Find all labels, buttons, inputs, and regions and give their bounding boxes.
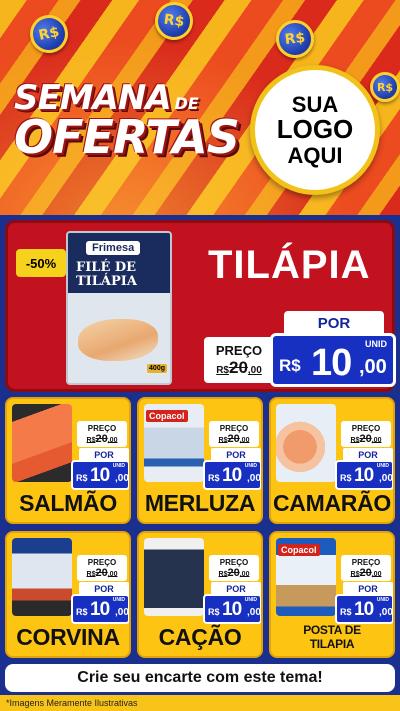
cta-banner[interactable]: Crie seu encarte com este tema! (5, 664, 395, 692)
disclaimer-text: *Imagens Meramente Ilustrativas (0, 695, 400, 711)
price-currency: R$ (340, 607, 352, 617)
price-currency: R$ (279, 356, 301, 375)
product-brand: Copacol (146, 410, 188, 422)
product-name: MERLUZA (144, 490, 256, 516)
hero-offer[interactable]: -50% Frimesa FILÉ DE TILÁPIA 400g TILÁPI… (5, 220, 396, 392)
coin-icon: R$ (26, 11, 72, 57)
logo-placeholder[interactable]: SUA LOGO AQUI (250, 65, 380, 195)
price-integer: 10 (222, 599, 242, 620)
product-card[interactable]: Copacol PREÇO R$20,00 POR R$ UNID 10,00 POSTA D… (269, 531, 395, 658)
package-title: FILÉ DE TILÁPIA (76, 260, 137, 289)
product-brand: Copacol (278, 544, 320, 556)
old-price-label: PREÇO (219, 557, 249, 567)
fish-fillet-image (78, 319, 158, 361)
new-price-box: R$ UNID 10 ,00 (270, 333, 396, 387)
old-price-box: PREÇO R$20,00 (77, 555, 127, 581)
price-unit: UNID (365, 339, 387, 349)
coin-icon: R$ (274, 18, 316, 60)
old-price-value: R$20,00 (218, 566, 250, 579)
price-currency: R$ (340, 473, 352, 483)
old-price-value: R$20,00 (86, 566, 118, 579)
price-cents: ,00 (379, 473, 393, 484)
product-image (12, 404, 72, 482)
package-weight: 400g (147, 364, 167, 373)
old-price-box: PREÇO R$20,00 (77, 421, 127, 447)
product-name: SALMÃO (19, 490, 117, 516)
new-price-label: POR (284, 311, 384, 335)
product-image: Copacol (144, 404, 204, 482)
new-price-box: R$ UNID 10 ,00 (203, 460, 261, 490)
headline-ofertas: OFERTAS (14, 110, 240, 164)
new-price-box: R$ UNID 10 ,00 (335, 594, 393, 624)
product-card[interactable]: PREÇO R$20,00 POR R$ UNID 10,00 CAMARÃO (269, 397, 395, 524)
product-image (12, 538, 72, 616)
old-price-box: PREÇO R$20,00 (341, 421, 391, 447)
old-price-label: PREÇO (87, 423, 117, 433)
coin-icon: R$ (370, 72, 400, 102)
price-cents: ,00 (247, 607, 261, 618)
old-price-label: PREÇO (351, 557, 381, 567)
product-card[interactable]: PREÇO R$20,00 POR R$ UNID 10,00 CORVINA (5, 531, 131, 658)
header-banner: R$ R$ R$ R$ SEMANA DE OFERTAS SUA LOGO A… (0, 0, 400, 215)
old-price-box: PREÇO R$20,00 (209, 421, 259, 447)
price-cents: ,00 (115, 473, 129, 484)
product-image (144, 538, 204, 616)
old-price-box: PREÇO R$20,00 (341, 555, 391, 581)
old-price-value: R$20,00 (350, 566, 382, 579)
tilapia-package-image: Frimesa FILÉ DE TILÁPIA 400g (66, 231, 172, 385)
price-integer: 10 (311, 342, 352, 384)
price-unit: UNID (376, 597, 389, 603)
price-integer: 10 (90, 465, 110, 486)
price-currency: R$ (76, 607, 88, 617)
price-integer: 10 (90, 599, 110, 620)
price-unit: UNID (244, 597, 257, 603)
old-price-label: PREÇO (219, 423, 249, 433)
price-currency: R$ (208, 607, 220, 617)
price-currency: R$ (208, 473, 220, 483)
logo-text-line3: AQUI (287, 142, 343, 168)
old-price-box: PREÇO R$20,00 (209, 555, 259, 581)
old-price-label: PREÇO (87, 557, 117, 567)
new-price-box: R$ UNID 10 ,00 (203, 594, 261, 624)
product-card[interactable]: PREÇO R$20,00 POR R$ UNID 10,00 SALMÃO (5, 397, 131, 524)
price-integer: 10 (222, 465, 242, 486)
price-unit: UNID (112, 597, 125, 603)
old-price-box: PREÇO R$20,00 (204, 337, 274, 383)
old-price-label: PREÇO (215, 342, 263, 358)
new-price-box: R$ UNID 10 ,00 (71, 594, 129, 624)
old-price-value: R$20,00 (218, 432, 250, 445)
product-name: CORVINA (16, 624, 120, 650)
coin-icon: R$ (152, 0, 196, 43)
product-name: CAMARÃO (273, 490, 391, 516)
hero-product-name: TILÁPIA (208, 243, 371, 287)
product-name: POSTA DE TILAPIA (303, 623, 361, 652)
logo-text-line2: LOGO (276, 114, 354, 145)
old-price-label: PREÇO (351, 423, 381, 433)
old-price-value: R$20,00 (216, 357, 262, 377)
new-price-box: R$ UNID 10 ,00 (335, 460, 393, 490)
price-cents: ,00 (379, 607, 393, 618)
old-price-value: R$20,00 (86, 432, 118, 445)
package-brand: Frimesa (86, 241, 141, 255)
price-unit: UNID (376, 463, 389, 469)
price-integer: 10 (354, 465, 374, 486)
product-card[interactable]: PREÇO R$20,00 POR R$ UNID 10,00 CAÇÃO (137, 531, 263, 658)
price-unit: UNID (244, 463, 257, 469)
discount-badge: -50% (16, 249, 66, 277)
product-name: CAÇÃO (158, 624, 242, 650)
price-integer: 10 (354, 599, 374, 620)
price-currency: R$ (76, 473, 88, 483)
product-image (276, 404, 336, 482)
price-unit: UNID (112, 463, 125, 469)
old-price-value: R$20,00 (350, 432, 382, 445)
price-cents: ,00 (359, 356, 387, 378)
price-cents: ,00 (247, 473, 261, 484)
logo-text-line1: SUA (291, 92, 339, 118)
hero-product-image: -50% Frimesa FILÉ DE TILÁPIA 400g (16, 229, 172, 389)
headline: SEMANA DE OFERTAS (14, 78, 240, 164)
product-card[interactable]: Copacol PREÇO R$20,00 POR R$ UNID 10,00 MERLUZA (137, 397, 263, 524)
new-price-box: R$ UNID 10 ,00 (71, 460, 129, 490)
product-image: Copacol (276, 538, 336, 616)
price-cents: ,00 (115, 607, 129, 618)
